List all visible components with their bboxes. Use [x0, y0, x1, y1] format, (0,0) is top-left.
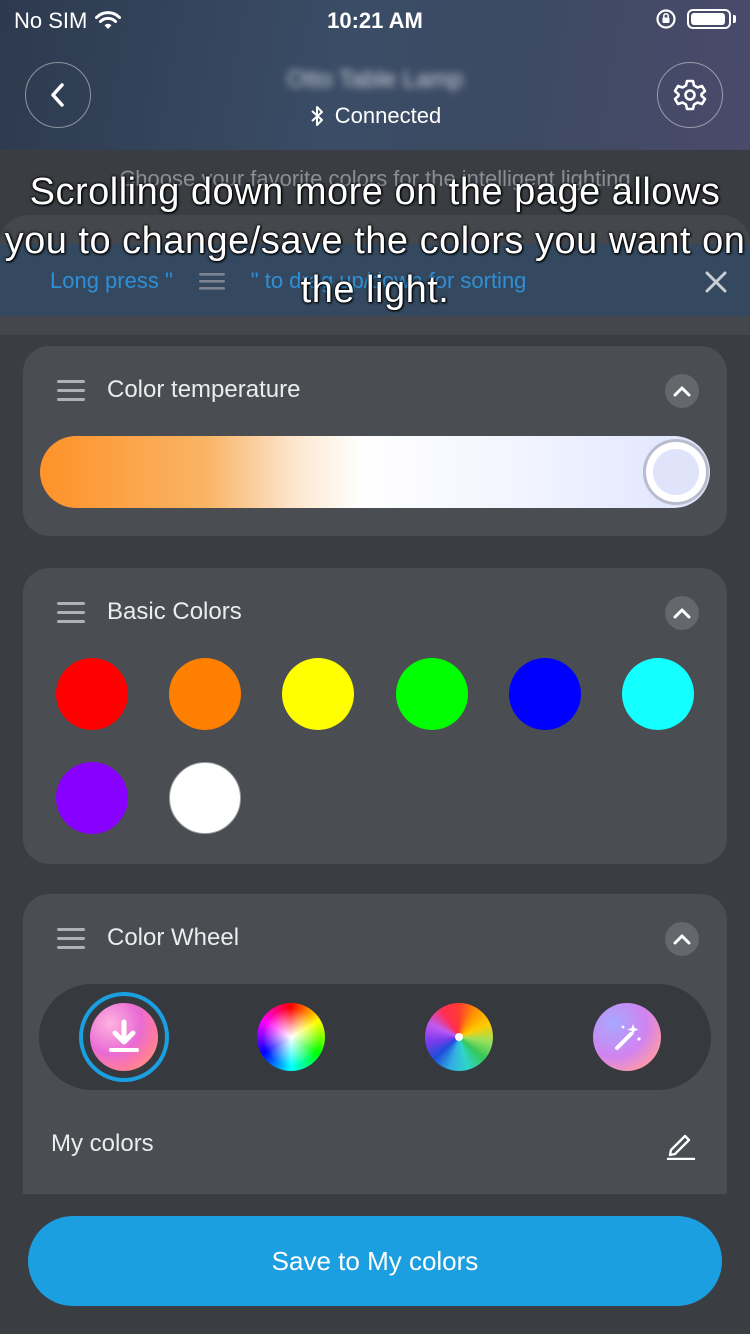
- status-right: [655, 8, 736, 30]
- chevron-up-icon: [673, 608, 691, 619]
- chevron-up-icon: [673, 386, 691, 397]
- color-wheel-title: Color Wheel: [107, 924, 240, 951]
- my-colors-label: My colors: [51, 1130, 154, 1157]
- color-wheel-header: Color Wheel: [23, 894, 727, 984]
- color-swatch[interactable]: [282, 658, 354, 730]
- color-swatch[interactable]: [56, 658, 128, 730]
- status-bar: No SIM 10:21 AM: [0, 0, 750, 42]
- slider-knob[interactable]: [643, 439, 709, 505]
- download-arrow-glyph: [109, 1019, 139, 1052]
- color-temperature-title: Color temperature: [107, 376, 301, 403]
- collapse-button[interactable]: [665, 596, 699, 630]
- battery-icon: [687, 9, 731, 29]
- collapse-button[interactable]: [665, 922, 699, 956]
- gear-icon: [673, 79, 707, 111]
- battery-tip: [733, 15, 736, 23]
- color-swatch[interactable]: [169, 762, 241, 834]
- chevron-up-icon: [673, 934, 691, 945]
- color-temperature-card: Color temperature: [23, 346, 727, 536]
- drag-handle-icon[interactable]: [57, 602, 85, 624]
- color-swatch[interactable]: [396, 658, 468, 730]
- magic-wand-glyph: [615, 1024, 641, 1050]
- connection-label: Connected: [334, 103, 442, 128]
- color-temperature-slider[interactable]: [40, 436, 710, 508]
- collapse-button[interactable]: [665, 374, 699, 408]
- color-swatch[interactable]: [622, 658, 694, 730]
- tutorial-caption: Scrolling down more on the page allows y…: [4, 171, 746, 311]
- basic-colors-card: Basic Colors: [23, 568, 727, 864]
- drag-handle-icon[interactable]: [57, 928, 85, 950]
- settings-button[interactable]: [657, 62, 723, 128]
- edit-icon[interactable]: [665, 1128, 697, 1160]
- bluetooth-icon: [311, 106, 323, 126]
- app-header: No SIM 10:21 AM Otto Table Lamp Connecte…: [0, 0, 750, 150]
- color-wheel-card: Color Wheel My colors: [23, 894, 727, 1194]
- basic-colors-title: Basic Colors: [107, 598, 242, 625]
- save-to-my-colors-button[interactable]: Save to My colors: [28, 1216, 722, 1306]
- color-swatch[interactable]: [509, 658, 581, 730]
- magic-wand-icon[interactable]: [593, 1003, 661, 1071]
- color-wheel-segmented-icon[interactable]: [425, 1003, 493, 1071]
- download-icon[interactable]: [90, 1003, 158, 1071]
- color-temperature-header: Color temperature: [23, 346, 727, 436]
- color-mode-selector: [39, 984, 711, 1090]
- device-name: Otto Table Lamp: [287, 66, 463, 93]
- rotation-lock-icon: [656, 9, 676, 29]
- basic-colors-header: Basic Colors: [23, 568, 727, 658]
- clock: 10:21 AM: [327, 8, 423, 33]
- color-swatch[interactable]: [169, 658, 241, 730]
- connection-status: Connected: [0, 103, 750, 129]
- drag-handle-icon[interactable]: [57, 380, 85, 402]
- color-swatch[interactable]: [56, 762, 128, 834]
- color-wheel-smooth-icon[interactable]: [257, 1003, 325, 1071]
